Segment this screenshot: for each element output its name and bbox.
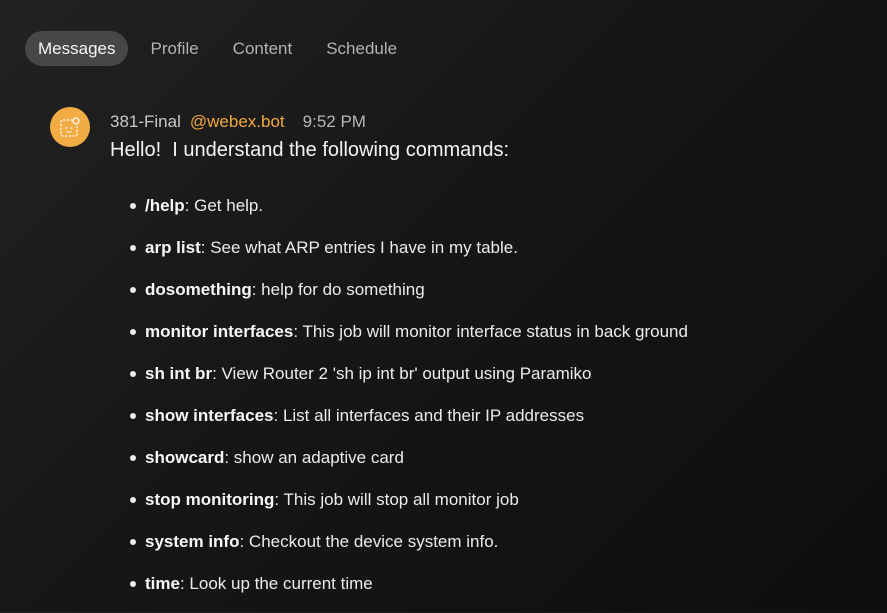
list-item: system info: Checkout the device system … [128,529,688,571]
list-item: dosomething: help for do something [128,277,688,319]
list-item: sh int br: View Router 2 'sh ip int br' … [128,361,688,403]
avatar[interactable] [50,107,90,147]
message-header: 381-Final @webex.bot 9:52 PM [110,110,366,134]
bullet-icon [130,371,136,377]
command-description: : show an adaptive card [224,448,404,467]
command-list: /help: Get help. arp list: See what ARP … [128,193,688,613]
list-item: monitor interfaces: This job will monito… [128,319,688,361]
bullet-icon [130,497,136,503]
command-description: : Look up the current time [179,574,373,593]
tab-content[interactable]: Content [216,31,310,66]
command-description: : Checkout the device system info. [239,532,499,551]
list-item: showcard: show an adaptive card [128,445,688,487]
bot-mention[interactable]: @webex.bot [190,112,285,131]
command-name: /help [145,196,185,215]
bullet-icon [130,413,136,419]
bullet-icon [130,455,136,461]
command-name: arp list [145,238,201,257]
bullet-icon [130,329,136,335]
command-name: system info [145,532,240,551]
command-description: : See what ARP entries I have in my tabl… [200,238,518,257]
list-item: /help: Get help. [128,193,688,235]
list-item: time: Look up the current time [128,571,688,613]
command-name: sh int br [145,364,213,383]
message-time: 9:52 PM [302,112,366,131]
command-name: show interfaces [145,406,274,425]
command-name: showcard [145,448,225,467]
message-intro: Hello! I understand the following comman… [110,139,510,161]
command-description: : View Router 2 'sh ip int br' output us… [212,364,592,383]
bullet-icon [130,203,136,209]
tab-messages[interactable]: Messages [25,31,129,66]
command-description: : List all interfaces and their IP addre… [273,406,585,425]
bullet-icon [130,287,136,293]
bullet-icon [130,581,136,587]
list-item: arp list: See what ARP entries I have in… [128,235,688,277]
command-description: : Get help. [184,196,264,215]
command-description: : help for do something [251,280,425,299]
list-item: show interfaces: List all interfaces and… [128,403,688,445]
sender-name[interactable]: 381-Final [110,112,181,131]
bullet-icon [130,245,136,251]
tab-bar: Messages Profile Content Schedule [25,31,414,66]
list-item: stop monitoring: This job will stop all … [128,487,688,529]
command-name: monitor interfaces [145,322,294,341]
command-description: : This job will stop all monitor job [274,490,519,509]
command-name: time [145,574,180,593]
bot-avatar-icon [60,117,80,137]
command-name: stop monitoring [145,490,275,509]
command-name: dosomething [145,280,252,299]
command-description: : This job will monitor interface status… [293,322,688,341]
tab-profile[interactable]: Profile [133,31,215,66]
bullet-icon [130,539,136,545]
tab-schedule[interactable]: Schedule [309,31,414,66]
